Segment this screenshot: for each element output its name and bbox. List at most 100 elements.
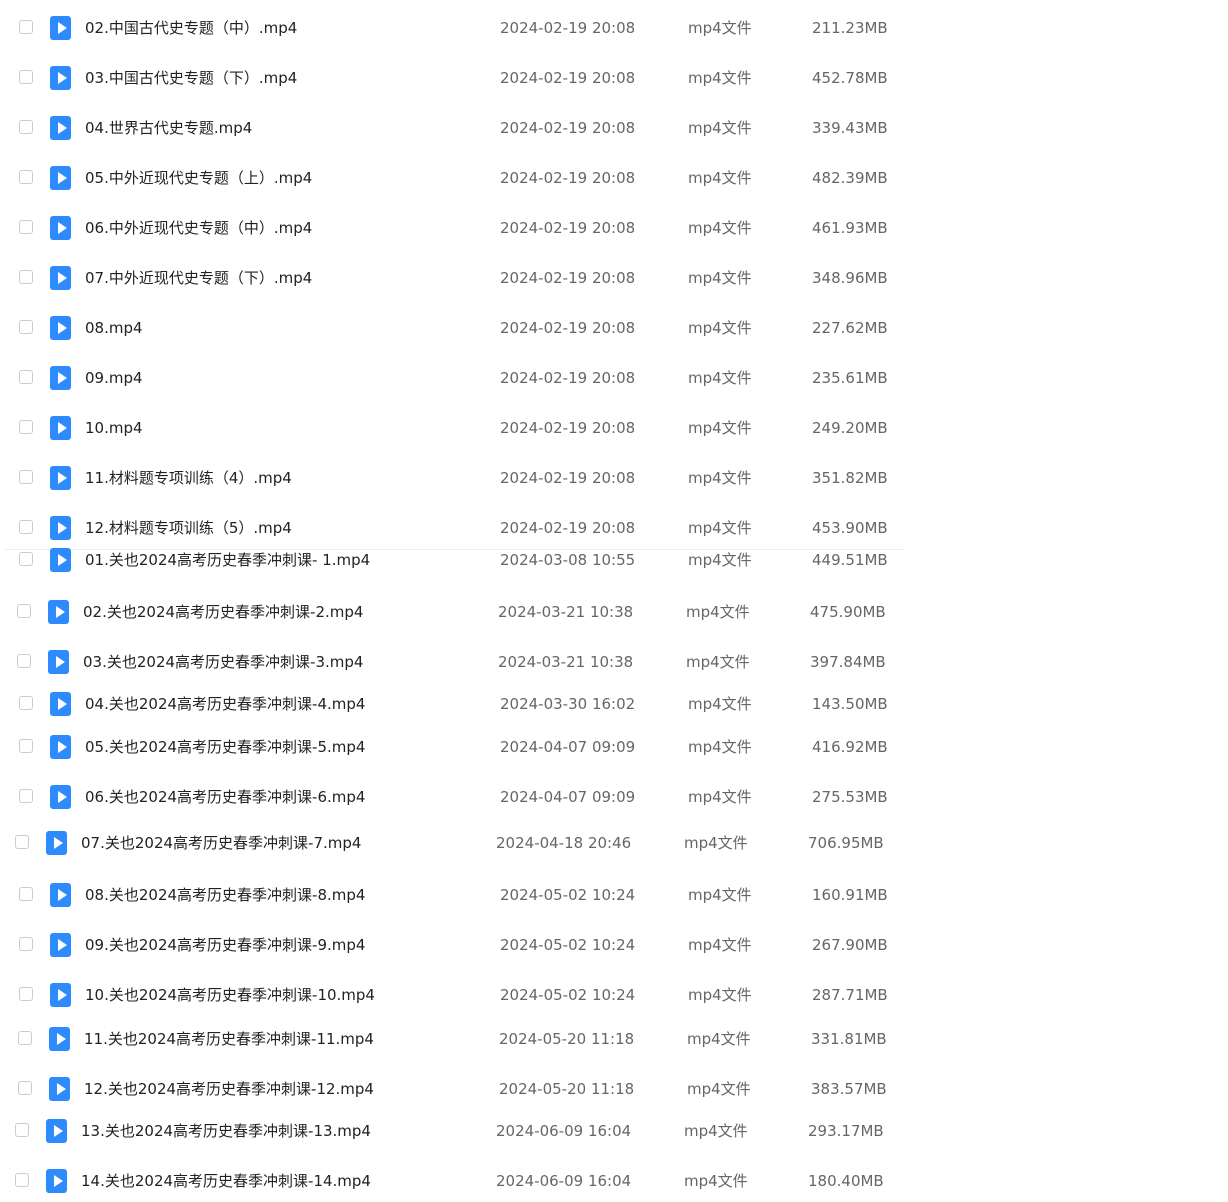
- file-row[interactable]: 10.mp4 2024-02-19 20:08 mp4文件 249.20MB: [0, 410, 905, 446]
- file-row[interactable]: 02.关也2024高考历史春季冲刺课-2.mp4 2024-03-21 10:38…: [0, 594, 905, 630]
- row-checkbox[interactable]: [19, 789, 33, 803]
- row-checkbox[interactable]: [15, 1173, 29, 1187]
- file-row[interactable]: 14.关也2024高考历史春季冲刺课-14.mp4 2024-06-09 16:0…: [0, 1163, 905, 1199]
- file-name[interactable]: 12.材料题专项训练（5）.mp4: [85, 519, 292, 537]
- file-row[interactable]: 06.中外近现代史专题（中）.mp4 2024-02-19 20:08 mp4文件 4…: [0, 210, 905, 246]
- play-triangle-icon: [57, 989, 67, 1001]
- file-name[interactable]: 08.mp4: [85, 319, 143, 337]
- row-checkbox[interactable]: [19, 696, 33, 710]
- row-checkbox[interactable]: [17, 604, 31, 618]
- row-checkbox[interactable]: [19, 552, 33, 566]
- file-date: 2024-05-02 10:24: [500, 936, 636, 954]
- row-checkbox[interactable]: [19, 987, 33, 1001]
- file-name[interactable]: 01.关也2024高考历史春季冲刺课- 1.mp4: [85, 551, 370, 569]
- file-name[interactable]: 10.mp4: [85, 419, 143, 437]
- row-checkbox[interactable]: [19, 739, 33, 753]
- file-date: 2024-03-30 16:02: [500, 695, 636, 713]
- file-date: 2024-04-07 09:09: [500, 788, 636, 806]
- file-name[interactable]: 02.关也2024高考历史春季冲刺课-2.mp4: [83, 603, 363, 621]
- file-date: 2024-04-07 09:09: [500, 738, 636, 756]
- file-row[interactable]: 05.关也2024高考历史春季冲刺课-5.mp4 2024-04-07 09:09…: [0, 729, 905, 765]
- file-name[interactable]: 06.关也2024高考历史春季冲刺课-6.mp4: [85, 788, 365, 806]
- file-name[interactable]: 12.关也2024高考历史春季冲刺课-12.mp4: [84, 1080, 374, 1098]
- play-triangle-icon: [57, 791, 67, 803]
- row-checkbox[interactable]: [19, 70, 33, 84]
- file-row[interactable]: 07.关也2024高考历史春季冲刺课-7.mp4 2024-04-18 20:46…: [0, 825, 905, 861]
- file-name[interactable]: 09.关也2024高考历史春季冲刺课-9.mp4: [85, 936, 365, 954]
- row-checkbox[interactable]: [19, 20, 33, 34]
- file-name[interactable]: 08.关也2024高考历史春季冲刺课-8.mp4: [85, 886, 365, 904]
- file-row[interactable]: 04.世界古代史专题.mp4 2024-02-19 20:08 mp4文件 339.4…: [0, 110, 905, 146]
- file-row[interactable]: 06.关也2024高考历史春季冲刺课-6.mp4 2024-04-07 09:09…: [0, 779, 905, 815]
- file-row[interactable]: 08.关也2024高考历史春季冲刺课-8.mp4 2024-05-02 10:24…: [0, 877, 905, 913]
- file-name[interactable]: 07.关也2024高考历史春季冲刺课-7.mp4: [81, 834, 361, 852]
- file-row[interactable]: 08.mp4 2024-02-19 20:08 mp4文件 227.62MB: [0, 310, 905, 346]
- file-row[interactable]: 11.关也2024高考历史春季冲刺课-11.mp4 2024-05-20 11:1…: [0, 1021, 905, 1057]
- video-file-icon: [48, 650, 69, 674]
- file-type: mp4文件: [688, 886, 752, 904]
- file-row[interactable]: 04.关也2024高考历史春季冲刺课-4.mp4 2024-03-30 16:02…: [0, 686, 905, 722]
- file-name[interactable]: 13.关也2024高考历史春季冲刺课-13.mp4: [81, 1122, 371, 1140]
- file-row[interactable]: 11.材料题专项训练（4）.mp4 2024-02-19 20:08 mp4文件 35…: [0, 460, 905, 496]
- row-checkbox[interactable]: [19, 220, 33, 234]
- file-name[interactable]: 09.mp4: [85, 369, 143, 387]
- row-checkbox[interactable]: [15, 1123, 29, 1137]
- row-checkbox[interactable]: [18, 1081, 32, 1095]
- play-triangle-icon: [57, 372, 67, 384]
- file-name[interactable]: 05.关也2024高考历史春季冲刺课-5.mp4: [85, 738, 365, 756]
- file-name[interactable]: 03.中国古代史专题（下）.mp4: [85, 69, 297, 87]
- file-type: mp4文件: [684, 1122, 748, 1140]
- row-checkbox[interactable]: [19, 470, 33, 484]
- row-checkbox[interactable]: [19, 320, 33, 334]
- video-file-icon: [50, 785, 71, 809]
- row-checkbox[interactable]: [19, 520, 33, 534]
- file-name[interactable]: 05.中外近现代史专题（上）.mp4: [85, 169, 312, 187]
- file-row[interactable]: 07.中外近现代史专题（下）.mp4 2024-02-19 20:08 mp4文件 3…: [0, 260, 905, 296]
- file-row[interactable]: 09.mp4 2024-02-19 20:08 mp4文件 235.61MB: [0, 360, 905, 396]
- play-triangle-icon: [57, 272, 67, 284]
- row-checkbox[interactable]: [19, 120, 33, 134]
- video-file-icon: [46, 831, 67, 855]
- row-checkbox[interactable]: [17, 654, 31, 668]
- file-name[interactable]: 03.关也2024高考历史春季冲刺课-3.mp4: [83, 653, 363, 671]
- file-name[interactable]: 10.关也2024高考历史春季冲刺课-10.mp4: [85, 986, 375, 1004]
- file-name[interactable]: 04.世界古代史专题.mp4: [85, 119, 252, 137]
- file-name[interactable]: 11.材料题专项训练（4）.mp4: [85, 469, 292, 487]
- row-checkbox[interactable]: [19, 887, 33, 901]
- row-checkbox[interactable]: [15, 835, 29, 849]
- file-row[interactable]: 09.关也2024高考历史春季冲刺课-9.mp4 2024-05-02 10:24…: [0, 927, 905, 963]
- file-type: mp4文件: [688, 69, 752, 87]
- video-file-icon: [50, 16, 71, 40]
- row-checkbox[interactable]: [19, 937, 33, 951]
- video-file-icon: [46, 1119, 67, 1143]
- file-row[interactable]: 13.关也2024高考历史春季冲刺课-13.mp4 2024-06-09 16:0…: [0, 1113, 905, 1149]
- file-row[interactable]: 03.关也2024高考历史春季冲刺课-3.mp4 2024-03-21 10:38…: [0, 644, 905, 680]
- file-date: 2024-02-19 20:08: [500, 169, 636, 187]
- file-name[interactable]: 07.中外近现代史专题（下）.mp4: [85, 269, 312, 287]
- file-row[interactable]: 03.中国古代史专题（下）.mp4 2024-02-19 20:08 mp4文件 45…: [0, 60, 905, 96]
- file-row[interactable]: 10.关也2024高考历史春季冲刺课-10.mp4 2024-05-02 10:2…: [0, 977, 905, 1013]
- file-name[interactable]: 02.中国古代史专题（中）.mp4: [85, 19, 297, 37]
- file-row[interactable]: 02.中国古代史专题（中）.mp4 2024-02-19 20:08 mp4文件 21…: [0, 10, 905, 46]
- file-row[interactable]: 05.中外近现代史专题（上）.mp4 2024-02-19 20:08 mp4文件 4…: [0, 160, 905, 196]
- file-row[interactable]: 12.材料题专项训练（5）.mp4 2024-02-19 20:08 mp4文件 45…: [0, 510, 905, 550]
- play-triangle-icon: [57, 939, 67, 951]
- file-name[interactable]: 11.关也2024高考历史春季冲刺课-11.mp4: [84, 1030, 374, 1048]
- play-triangle-icon: [57, 741, 67, 753]
- row-checkbox[interactable]: [19, 370, 33, 384]
- file-type: mp4文件: [688, 551, 752, 569]
- file-size: 160.91MB: [812, 886, 888, 904]
- file-name[interactable]: 04.关也2024高考历史春季冲刺课-4.mp4: [85, 695, 365, 713]
- file-row[interactable]: 12.关也2024高考历史春季冲刺课-12.mp4 2024-05-20 11:1…: [0, 1071, 905, 1107]
- row-checkbox[interactable]: [19, 170, 33, 184]
- play-triangle-icon: [55, 606, 65, 618]
- file-name[interactable]: 06.中外近现代史专题（中）.mp4: [85, 219, 312, 237]
- row-checkbox[interactable]: [18, 1031, 32, 1045]
- play-triangle-icon: [57, 172, 67, 184]
- row-checkbox[interactable]: [19, 270, 33, 284]
- row-checkbox[interactable]: [19, 420, 33, 434]
- video-file-icon: [50, 416, 71, 440]
- file-row[interactable]: 01.关也2024高考历史春季冲刺课- 1.mp4 2024-03-08 10:5…: [0, 542, 905, 578]
- file-name[interactable]: 14.关也2024高考历史春季冲刺课-14.mp4: [81, 1172, 371, 1190]
- file-date: 2024-02-19 20:08: [500, 269, 636, 287]
